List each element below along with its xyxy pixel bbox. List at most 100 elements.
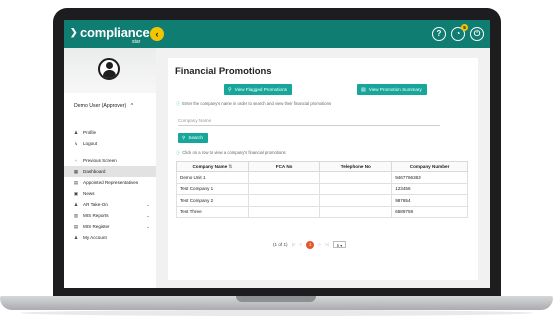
page-size-select[interactable]: 5 ▾ xyxy=(332,241,347,248)
table-cell: 6589759 xyxy=(391,205,468,218)
first-page-button[interactable]: |< xyxy=(292,242,296,247)
chevron-left-icon[interactable]: ‹ xyxy=(150,27,164,41)
sort-icon[interactable]: ⇅ xyxy=(228,164,232,169)
page-title: Financial Promotions xyxy=(175,66,272,77)
user-menu[interactable]: Demo User (Approver) ^ xyxy=(74,103,133,109)
last-page-button[interactable]: >| xyxy=(325,242,329,247)
table-row[interactable]: Test Company 2 987654 xyxy=(176,194,468,207)
top-bar: ❯ compliance star ‹ ? ◔ 5 ⏻ xyxy=(64,20,490,48)
column-header-company-name[interactable]: Company Name ⇅ xyxy=(176,161,249,172)
table-hint-text: Click on a row to view a company's finan… xyxy=(182,150,286,155)
main-card: Financial Promotions ⚲ View Flagged Promo… xyxy=(168,58,478,280)
avatar-body xyxy=(103,70,116,78)
notification-glyph: ◔ xyxy=(455,29,461,38)
app-screen: ❯ compliance star ‹ ? ◔ 5 ⏻ Demo User (A… xyxy=(64,20,490,288)
view-summary-label: View Promotion Summary xyxy=(368,87,422,92)
table-cell: Test Company 1 xyxy=(176,182,249,195)
column-header-telephone-no[interactable]: Telephone No xyxy=(319,161,393,172)
table-cell xyxy=(319,171,393,184)
table-cell: 987654 xyxy=(391,194,468,207)
sidebar-item-my-account[interactable]: ♟ My Account xyxy=(64,232,156,243)
sidebar: Demo User (Approver) ^ ♟ Profile ↳ Logout ‹ P… xyxy=(64,48,156,288)
sidebar-item-label: My Account xyxy=(83,235,107,240)
users-icon: ♟ xyxy=(73,202,79,207)
chevron-down-icon: ⌄ xyxy=(146,224,150,229)
next-page-button[interactable]: > xyxy=(318,242,321,247)
table-cell xyxy=(319,205,393,218)
search-icon: ⚲ xyxy=(182,135,186,140)
avatar[interactable] xyxy=(98,58,120,80)
sidebar-item-label: MIS Register xyxy=(83,224,110,229)
search-icon: ⚲ xyxy=(228,87,232,93)
sidebar-item-mis-reports[interactable]: ▥ MIS Reports ⌄ xyxy=(64,210,156,221)
sidebar-item-label: MIS Reports xyxy=(83,213,109,218)
table-hint: ⓘ Click on a row to view a company's fina… xyxy=(176,150,286,156)
search-button[interactable]: ⚲ Search xyxy=(178,133,208,143)
sidebar-item-label: Profile xyxy=(83,130,97,135)
table-cell: Test Three xyxy=(176,205,249,218)
brand-sub: star xyxy=(132,39,141,45)
sidebar-item-label: Logout xyxy=(83,141,98,146)
account-icon: ♟ xyxy=(73,235,79,240)
info-icon: ⓘ xyxy=(176,101,181,106)
table-row[interactable]: Test Company 1 123456 xyxy=(176,182,468,195)
laptop-shadow xyxy=(20,310,533,316)
column-header-fca-no[interactable]: FCA No xyxy=(247,161,321,172)
list-icon: ▤ xyxy=(361,87,366,93)
table-cell xyxy=(247,205,321,218)
sidebar-item-ar-take-on[interactable]: ♟ AR Take-On ⌄ xyxy=(64,199,156,210)
sidebar-item-mis-register[interactable]: ▤ MIS Register ⌄ xyxy=(64,221,156,232)
top-icons: ? ◔ 5 ⏻ xyxy=(432,24,484,41)
sidebar-item-label: AR Take-On xyxy=(83,202,108,207)
brand-name: compliance xyxy=(80,25,150,40)
sidebar-item-profile[interactable]: ♟ Profile xyxy=(64,127,156,138)
table-cell xyxy=(247,171,321,184)
sidebar-item-news[interactable]: ▣ News xyxy=(64,188,156,199)
company-name-input[interactable]: Company Name xyxy=(178,116,440,126)
search-hint: ⓘ Enter the company's name in order to se… xyxy=(176,101,331,107)
power-icon[interactable]: ⏻ xyxy=(470,27,484,41)
companies-table: Company Name ⇅ FCA No Telephone No Compa… xyxy=(176,161,468,218)
page-size-value: 5 xyxy=(336,243,340,248)
table-cell: Demo Unit 1 xyxy=(176,171,249,184)
page-info: (1 of 1) xyxy=(273,242,288,247)
notification-icon[interactable]: ◔ 5 xyxy=(451,24,468,41)
current-page-button[interactable]: 1 xyxy=(306,240,315,249)
notification-badge: 5 xyxy=(461,24,468,31)
table-header-row: Company Name ⇅ FCA No Telephone No Compa… xyxy=(176,161,468,172)
sidebar-item-logout[interactable]: ↳ Logout xyxy=(64,138,156,149)
column-label: Company Name xyxy=(192,163,228,169)
person-icon: ♟ xyxy=(73,130,79,135)
news-icon: ▣ xyxy=(73,191,79,196)
help-icon[interactable]: ? xyxy=(432,27,446,41)
view-promotion-summary-button[interactable]: ▤ View Promotion Summary xyxy=(357,84,427,95)
sidebar-item-dashboard[interactable]: ▦ Dashboard xyxy=(64,166,156,177)
table-cell: 9467766363 xyxy=(391,171,468,184)
back-icon: ‹ xyxy=(75,158,77,163)
sidebar-item-appointed-representatives[interactable]: ▤ Appointed Representatives xyxy=(64,177,156,188)
search-hint-text: Enter the company's name in order to sea… xyxy=(182,101,332,106)
chevron-up-icon: ^ xyxy=(130,103,134,109)
table-cell: Test Company 2 xyxy=(176,194,249,207)
sidebar-item-label: Dashboard xyxy=(83,169,106,174)
register-icon: ▤ xyxy=(73,224,79,229)
dashboard-icon: ▦ xyxy=(73,169,79,174)
info-icon: ⓘ xyxy=(176,150,181,155)
sidebar-item-label: Previous Screen xyxy=(83,158,117,163)
table-cell: 123456 xyxy=(391,182,468,195)
table-row[interactable]: Test Three 6589759 xyxy=(176,205,468,218)
table-row[interactable]: Demo Unit 1 9467766363 xyxy=(176,171,468,184)
table-cell xyxy=(319,182,393,195)
prev-page-button[interactable]: < xyxy=(299,242,302,247)
sidebar-nav: ♟ Profile ↳ Logout ‹ Previous Screen ▦ Dashboar… xyxy=(64,127,156,243)
sidebar-item-previous-screen[interactable]: ‹ Previous Screen xyxy=(64,155,156,166)
sidebar-item-label: Appointed Representatives xyxy=(83,180,139,185)
table-cell xyxy=(247,194,321,207)
table-cell xyxy=(247,182,321,195)
document-icon: ▤ xyxy=(73,180,79,185)
avatar-head xyxy=(106,62,113,69)
chart-icon: ▥ xyxy=(73,213,79,218)
view-flagged-promotions-button[interactable]: ⚲ View Flagged Promotions xyxy=(224,84,292,95)
column-header-company-number[interactable]: Company Number xyxy=(391,161,468,172)
username: Demo User (Approver) xyxy=(74,103,127,109)
